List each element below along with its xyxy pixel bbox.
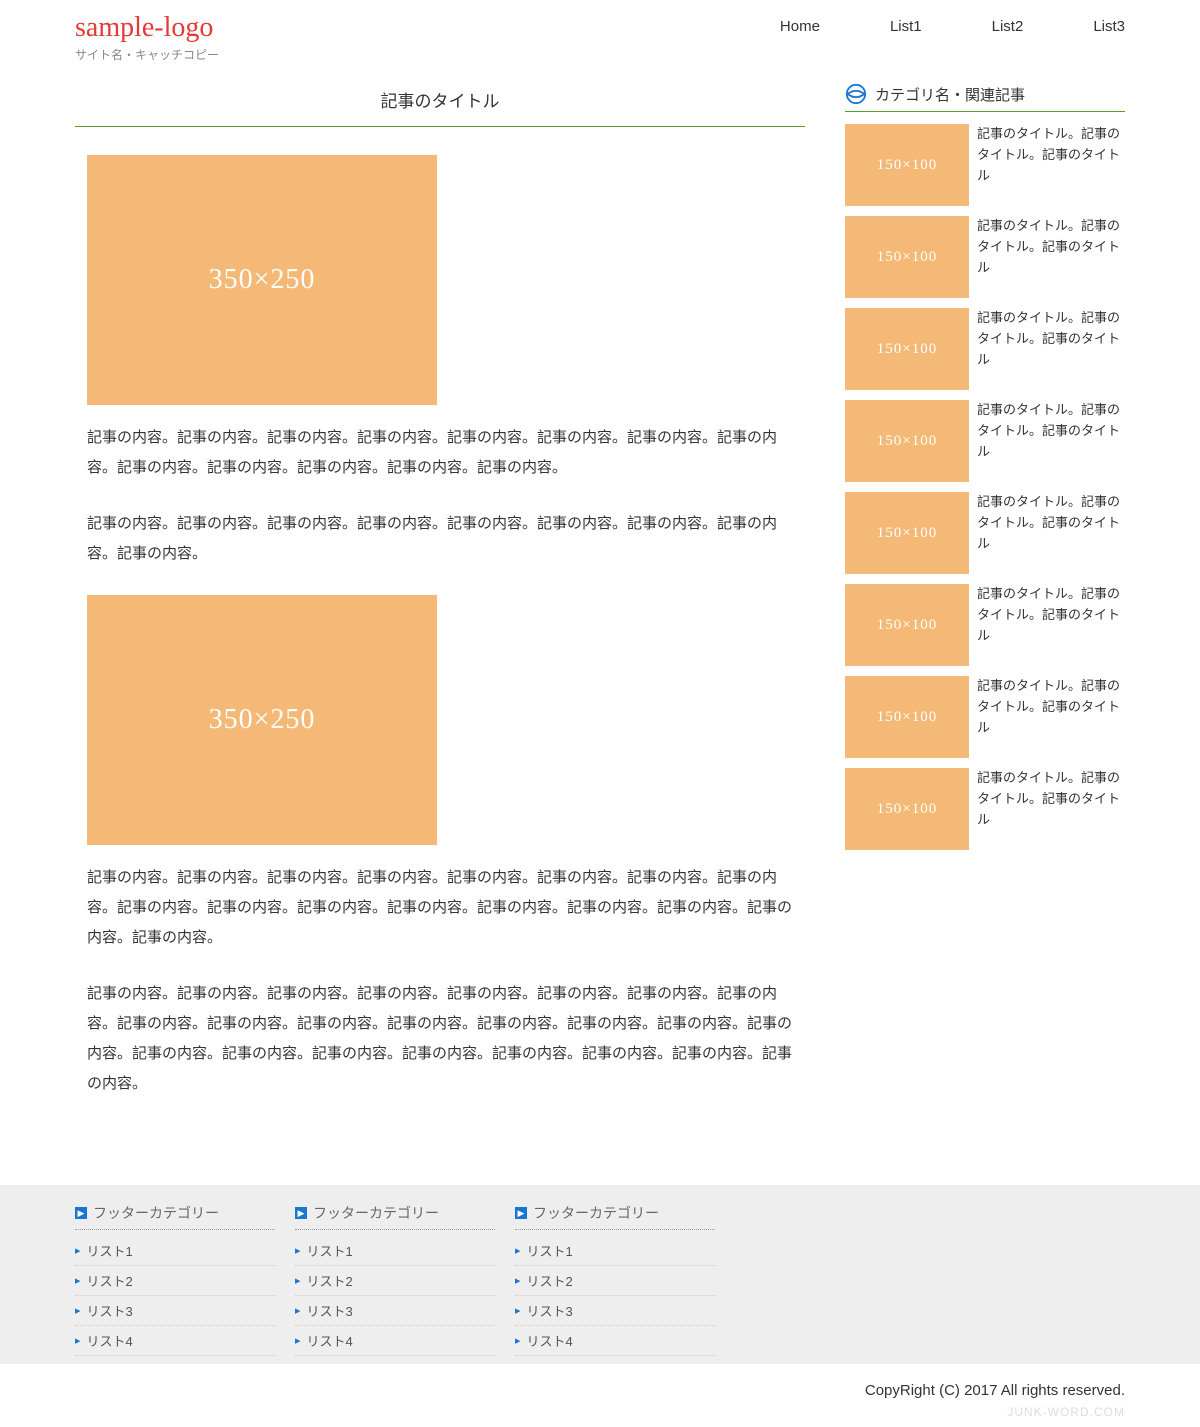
play-icon: ▶ xyxy=(515,1207,527,1219)
footer-link[interactable]: ▸リスト3 xyxy=(295,1296,495,1326)
article: 記事のタイトル 350×250 記事の内容。記事の内容。記事の内容。記事の内容。… xyxy=(75,75,805,1125)
sidebar-title-row: カテゴリ名・関連記事 xyxy=(845,75,1125,112)
footer-link[interactable]: ▸リスト4 xyxy=(75,1326,275,1356)
footer-link[interactable]: ▸リスト4 xyxy=(295,1326,495,1356)
related-thumb: 150×100 xyxy=(845,308,969,390)
article-paragraph: 記事の内容。記事の内容。記事の内容。記事の内容。記事の内容。記事の内容。記事の内… xyxy=(87,979,793,1099)
chevron-right-icon: ▸ xyxy=(75,1244,81,1257)
footer-column-title: ▶フッターカテゴリー xyxy=(515,1203,715,1230)
footer: ▶フッターカテゴリー▸リスト1▸リスト2▸リスト3▸リスト4▶フッターカテゴリー… xyxy=(0,1185,1200,1364)
related-title: 記事のタイトル。記事のタイトル。記事のタイトル xyxy=(977,584,1125,666)
nav-list3[interactable]: List3 xyxy=(1093,18,1125,35)
related-title: 記事のタイトル。記事のタイトル。記事のタイトル xyxy=(977,676,1125,758)
play-icon: ▶ xyxy=(295,1207,307,1219)
site-tagline: サイト名・キャッチコピー xyxy=(75,46,219,63)
related-thumb: 150×100 xyxy=(845,124,969,206)
footer-link[interactable]: ▸リスト3 xyxy=(75,1296,275,1326)
related-item[interactable]: 150×100記事のタイトル。記事のタイトル。記事のタイトル xyxy=(845,676,1125,758)
copyright: CopyRight (C) 2017 All rights reserved. xyxy=(75,1364,1125,1405)
related-thumb: 150×100 xyxy=(845,768,969,850)
site-header: sample-logo サイト名・キャッチコピー Home List1 List… xyxy=(75,8,1125,75)
nav-list1[interactable]: List1 xyxy=(890,18,922,35)
chevron-right-icon: ▸ xyxy=(295,1304,301,1317)
footer-column: ▶フッターカテゴリー ▸リスト1▸リスト2▸リスト3▸リスト4 xyxy=(295,1203,495,1356)
article-image-1: 350×250 xyxy=(87,155,437,405)
related-thumb: 150×100 xyxy=(845,216,969,298)
related-thumb: 150×100 xyxy=(845,584,969,666)
footer-link[interactable]: ▸リスト3 xyxy=(515,1296,715,1326)
chevron-right-icon: ▸ xyxy=(295,1274,301,1287)
footer-link[interactable]: ▸リスト4 xyxy=(515,1326,715,1356)
footer-link[interactable]: ▸リスト2 xyxy=(295,1266,495,1296)
watermark: JUNK-WORD.COM xyxy=(75,1405,1125,1427)
related-thumb: 150×100 xyxy=(845,676,969,758)
related-item[interactable]: 150×100記事のタイトル。記事のタイトル。記事のタイトル xyxy=(845,768,1125,850)
footer-link[interactable]: ▸リスト2 xyxy=(75,1266,275,1296)
chevron-right-icon: ▸ xyxy=(295,1334,301,1347)
related-item[interactable]: 150×100記事のタイトル。記事のタイトル。記事のタイトル xyxy=(845,216,1125,298)
chevron-right-icon: ▸ xyxy=(515,1244,521,1257)
related-title: 記事のタイトル。記事のタイトル。記事のタイトル xyxy=(977,124,1125,206)
related-title: 記事のタイトル。記事のタイトル。記事のタイトル xyxy=(977,308,1125,390)
article-title: 記事のタイトル xyxy=(75,75,805,127)
footer-link[interactable]: ▸リスト1 xyxy=(295,1236,495,1266)
chevron-right-icon: ▸ xyxy=(515,1304,521,1317)
nav-list2[interactable]: List2 xyxy=(992,18,1024,35)
chevron-right-icon: ▸ xyxy=(75,1274,81,1287)
related-item[interactable]: 150×100記事のタイトル。記事のタイトル。記事のタイトル xyxy=(845,124,1125,206)
chevron-right-icon: ▸ xyxy=(295,1244,301,1257)
related-item[interactable]: 150×100記事のタイトル。記事のタイトル。記事のタイトル xyxy=(845,400,1125,482)
related-title: 記事のタイトル。記事のタイトル。記事のタイトル xyxy=(977,492,1125,574)
footer-column-title: ▶フッターカテゴリー xyxy=(75,1203,275,1230)
article-paragraph: 記事の内容。記事の内容。記事の内容。記事の内容。記事の内容。記事の内容。記事の内… xyxy=(87,423,793,483)
article-paragraph: 記事の内容。記事の内容。記事の内容。記事の内容。記事の内容。記事の内容。記事の内… xyxy=(87,509,793,569)
globe-icon xyxy=(845,83,867,105)
chevron-right-icon: ▸ xyxy=(75,1334,81,1347)
related-item[interactable]: 150×100記事のタイトル。記事のタイトル。記事のタイトル xyxy=(845,308,1125,390)
site-logo[interactable]: sample-logo xyxy=(75,12,219,44)
chevron-right-icon: ▸ xyxy=(75,1304,81,1317)
related-title: 記事のタイトル。記事のタイトル。記事のタイトル xyxy=(977,768,1125,850)
sidebar-title: カテゴリ名・関連記事 xyxy=(875,84,1025,105)
related-thumb: 150×100 xyxy=(845,492,969,574)
nav-home[interactable]: Home xyxy=(780,18,820,35)
footer-column-title: ▶フッターカテゴリー xyxy=(295,1203,495,1230)
play-icon: ▶ xyxy=(75,1207,87,1219)
related-title: 記事のタイトル。記事のタイトル。記事のタイトル xyxy=(977,216,1125,298)
article-image-2: 350×250 xyxy=(87,595,437,845)
footer-link[interactable]: ▸リスト1 xyxy=(515,1236,715,1266)
footer-column: ▶フッターカテゴリー ▸リスト1▸リスト2▸リスト3▸リスト4 xyxy=(75,1203,275,1356)
chevron-right-icon: ▸ xyxy=(515,1274,521,1287)
related-title: 記事のタイトル。記事のタイトル。記事のタイトル xyxy=(977,400,1125,482)
article-paragraph: 記事の内容。記事の内容。記事の内容。記事の内容。記事の内容。記事の内容。記事の内… xyxy=(87,863,793,953)
top-nav: Home List1 List2 List3 xyxy=(780,12,1125,35)
related-item[interactable]: 150×100記事のタイトル。記事のタイトル。記事のタイトル xyxy=(845,584,1125,666)
related-item[interactable]: 150×100記事のタイトル。記事のタイトル。記事のタイトル xyxy=(845,492,1125,574)
footer-link[interactable]: ▸リスト2 xyxy=(515,1266,715,1296)
chevron-right-icon: ▸ xyxy=(515,1334,521,1347)
sidebar: カテゴリ名・関連記事 150×100記事のタイトル。記事のタイトル。記事のタイト… xyxy=(845,75,1125,1125)
footer-column: ▶フッターカテゴリー ▸リスト1▸リスト2▸リスト3▸リスト4 xyxy=(515,1203,715,1356)
related-thumb: 150×100 xyxy=(845,400,969,482)
footer-link[interactable]: ▸リスト1 xyxy=(75,1236,275,1266)
